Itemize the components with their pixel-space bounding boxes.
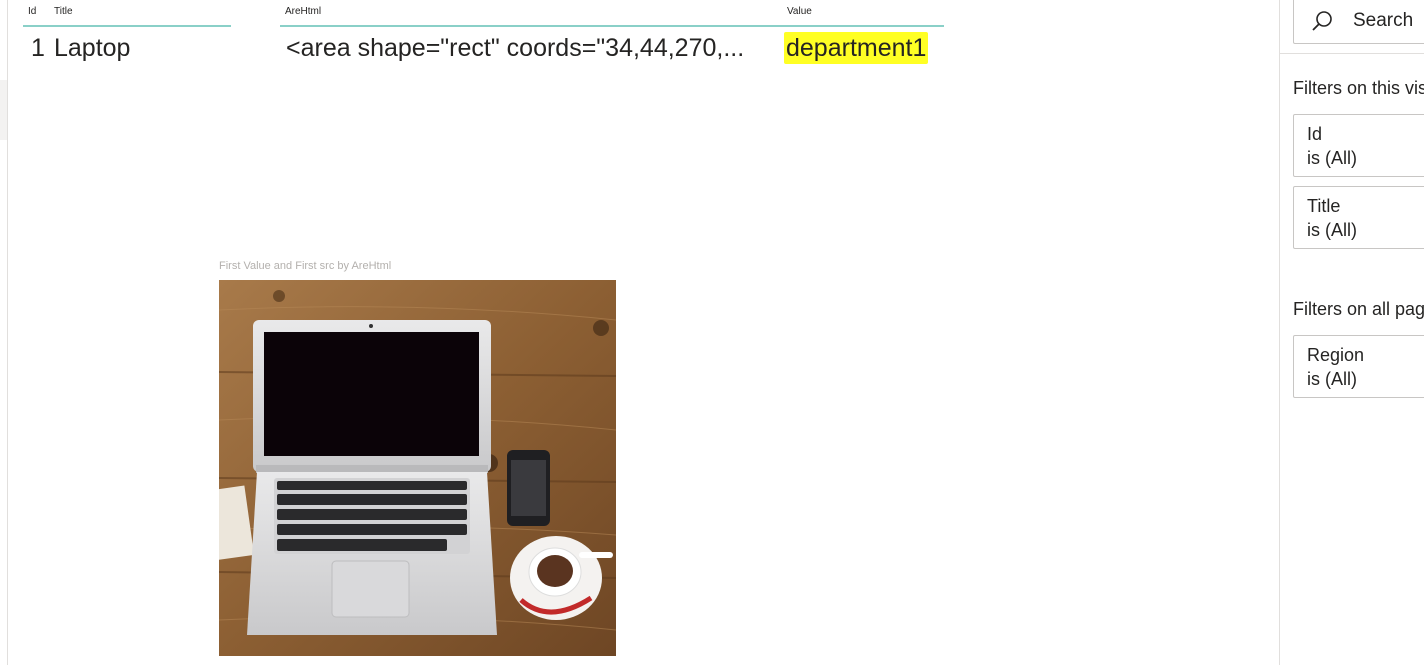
- header-underline-left: [23, 25, 231, 27]
- table-visual[interactable]: Id Title AreHtml Value 1 Laptop <area sh…: [23, 0, 953, 80]
- filter-name: Id: [1307, 124, 1323, 144]
- image-visual-title: First Value and First src by AreHtml: [219, 260, 392, 272]
- pane-divider: [1280, 53, 1424, 54]
- filter-state: is (All): [1307, 148, 1357, 168]
- page-filters-heading: Filters on all pag: [1293, 299, 1424, 319]
- laptop-photo: [219, 280, 616, 656]
- search-box[interactable]: Search: [1293, 0, 1424, 44]
- filter-state: is (All): [1307, 220, 1357, 240]
- image-visual[interactable]: First Value and First src by AreHtml: [219, 258, 619, 658]
- header-underline-right: [280, 25, 944, 27]
- search-label: Search: [1353, 10, 1414, 31]
- canvas-side-tab[interactable]: [0, 80, 7, 140]
- filter-name: Region: [1307, 345, 1365, 365]
- filter-name: Title: [1307, 196, 1341, 216]
- cell-id: 1: [31, 34, 45, 62]
- canvas-left-border: [7, 0, 8, 665]
- filter-card-title[interactable]: Title is (All): [1293, 186, 1424, 249]
- filter-card-id[interactable]: Id is (All): [1293, 114, 1424, 177]
- cell-arehtml: <area shape="rect" coords="34,44,270,...: [286, 34, 745, 62]
- filter-card-region[interactable]: Region is (All): [1293, 335, 1424, 398]
- cell-value: department1: [784, 32, 929, 64]
- filters-pane: Search Filters on this vis Id is (All) T…: [1279, 0, 1424, 665]
- filter-state: is (All): [1307, 369, 1357, 389]
- column-header-id[interactable]: Id: [28, 6, 36, 17]
- cell-title: Laptop: [54, 34, 131, 62]
- column-header-value[interactable]: Value: [787, 6, 812, 17]
- column-header-arehtml[interactable]: AreHtml: [285, 6, 321, 17]
- search-icon: [1312, 11, 1332, 31]
- column-header-title[interactable]: Title: [54, 6, 73, 17]
- visual-filters-heading: Filters on this vis: [1293, 78, 1424, 98]
